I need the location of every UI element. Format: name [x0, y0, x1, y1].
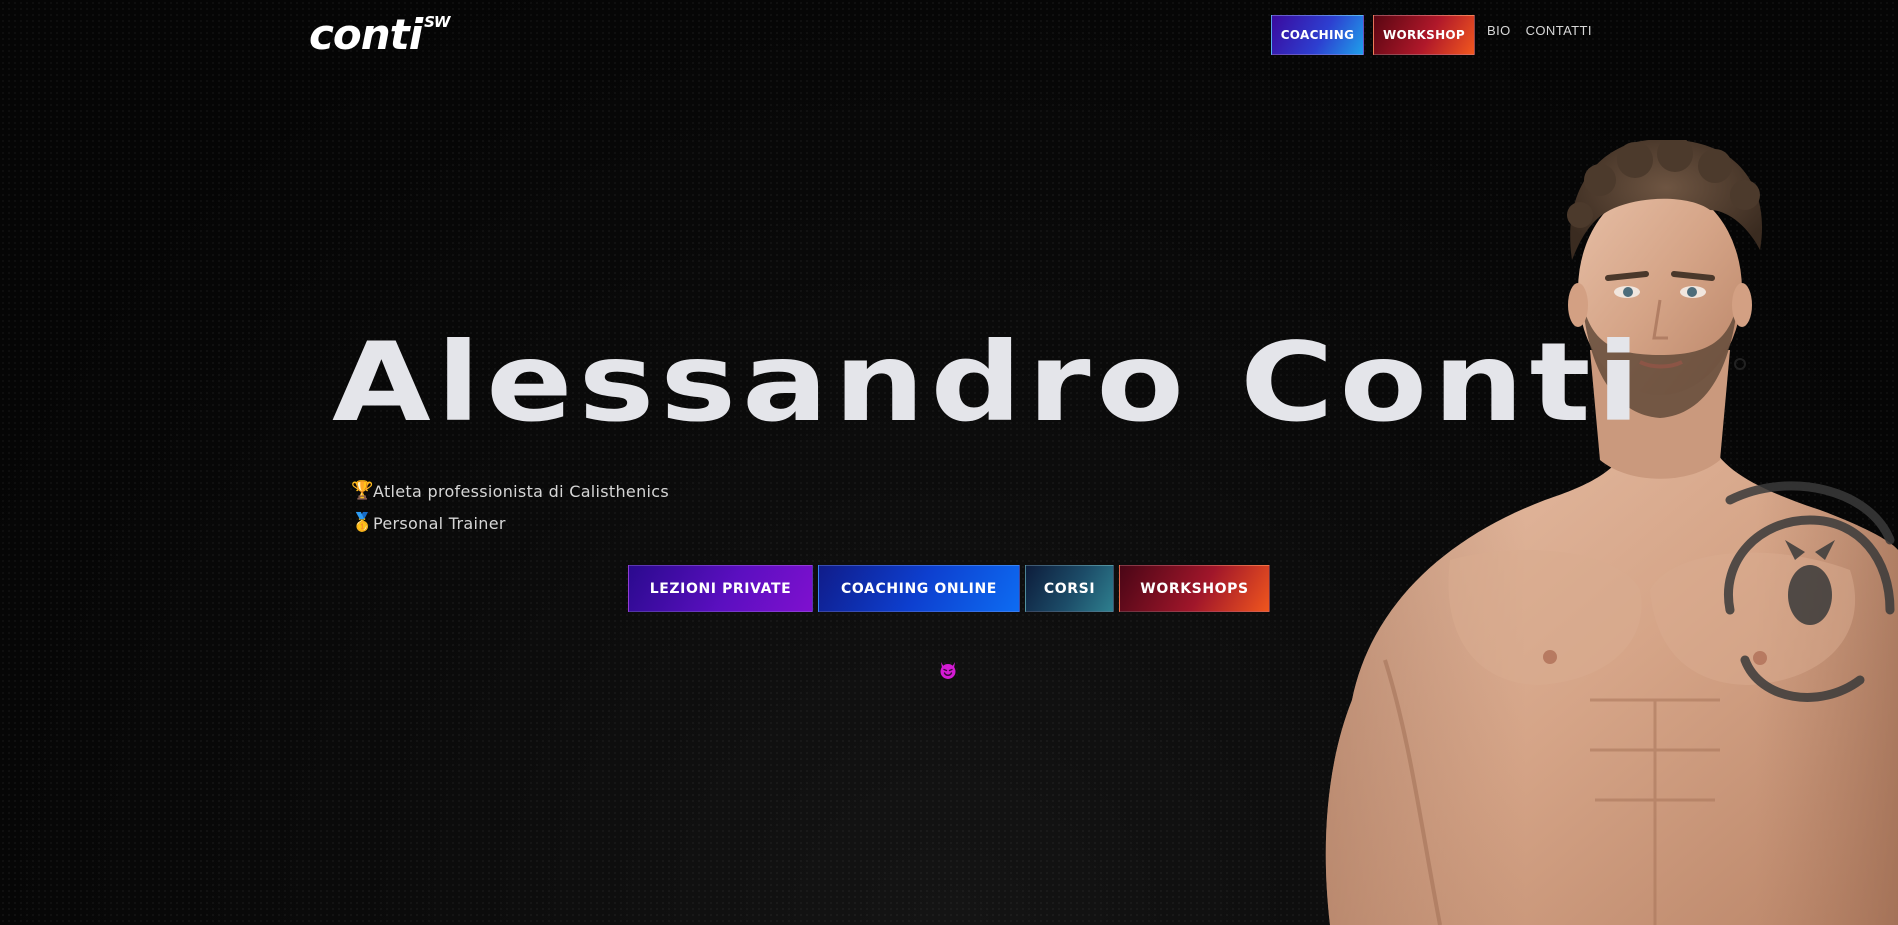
nav-link-contatti[interactable]: CONTATTI — [1523, 23, 1595, 38]
athlete-portrait — [1325, 140, 1898, 925]
hero-cta-group: LEZIONI PRIVATE COACHING ONLINE CORSI WO… — [628, 565, 1270, 612]
nav-coaching-button[interactable]: COACHING — [1271, 15, 1364, 55]
page: conti SW COACHING WORKSHOP BIO CONTATTI — [0, 0, 1898, 925]
nav-link-bio[interactable]: BIO — [1484, 23, 1514, 38]
site-logo[interactable]: conti SW — [309, 10, 450, 59]
bullet-trainer: 🥇 Personal Trainer — [351, 507, 669, 539]
medal-icon: 🥇 — [351, 512, 374, 533]
bullet-text: Personal Trainer — [373, 513, 506, 533]
nav-workshop-button[interactable]: WORKSHOP — [1373, 15, 1475, 55]
lezioni-private-button[interactable]: LEZIONI PRIVATE — [628, 565, 813, 612]
trophy-icon: 🏆 — [351, 480, 374, 501]
hero-title: Alessandro Conti — [332, 319, 1647, 446]
bullet-text: Atleta professionista di Calisthenics — [373, 481, 669, 501]
logo-wordmark: conti — [309, 10, 423, 59]
hero-bullets: 🏆 Atleta professionista di Calisthenics … — [351, 475, 669, 539]
devil-icon[interactable] — [938, 660, 958, 680]
main-nav: COACHING WORKSHOP BIO CONTATTI — [1271, 15, 1595, 55]
workshops-button[interactable]: WORKSHOPS — [1119, 565, 1270, 612]
bullet-athlete: 🏆 Atleta professionista di Calisthenics — [351, 475, 669, 507]
corsi-button[interactable]: CORSI — [1025, 565, 1114, 612]
coaching-online-button[interactable]: COACHING ONLINE — [818, 565, 1020, 612]
logo-superscript: SW — [424, 13, 450, 31]
